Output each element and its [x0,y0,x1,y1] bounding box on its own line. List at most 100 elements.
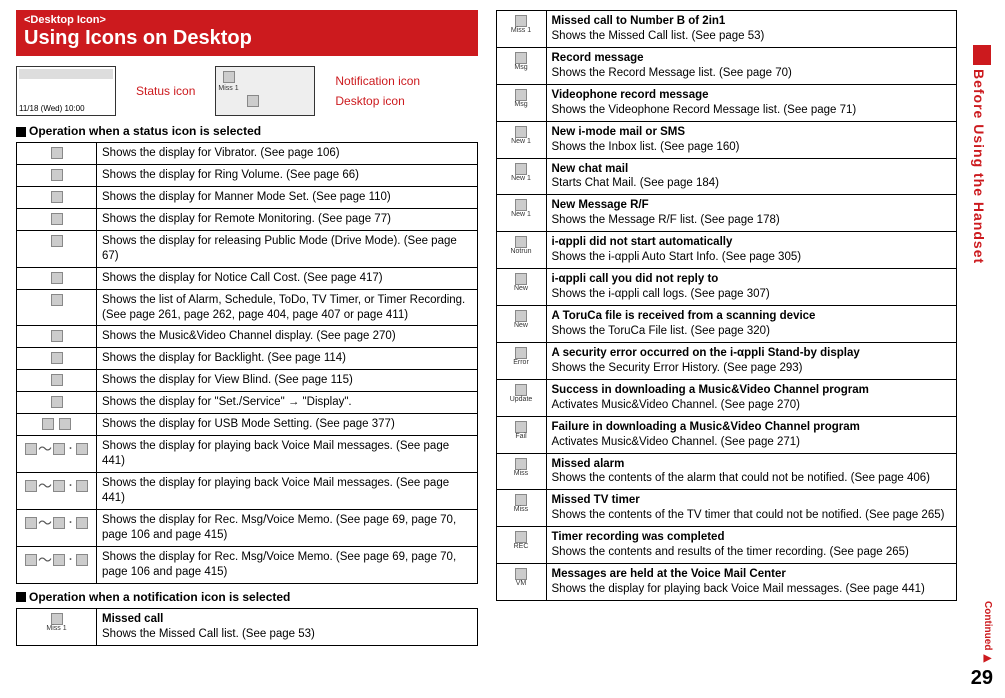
status-icon [17,267,97,289]
status-icon [17,208,97,230]
notification-icon: Miss [496,490,546,527]
notification-title: Record message [552,52,644,64]
status-description: Shows the Music&Video Channel display. (… [97,326,478,348]
side-label: Before Using the Handset [971,69,987,369]
table-row: Newi-αppli call you did not reply toShow… [496,269,957,306]
desktop-icon-label: Desktop icon [335,94,420,108]
table-row: NewA ToruCa file is received from a scan… [496,306,957,343]
status-icon [17,414,97,436]
notification-title: Videophone record message [552,89,709,101]
notification-desc: Activates Music&Video Channel. (See page… [552,436,800,448]
table-row: Shows the display for Notice Call Cost. … [17,267,478,289]
table-row: Shows the display for Remote Monitoring.… [17,208,478,230]
status-icon: ～・ [17,473,97,510]
screen-time: 11/18 (Wed) 10:00 [19,104,113,113]
notification-icon: Miss 1 [17,608,97,645]
notification-title: A security error occurred on the i-αppli… [552,347,860,359]
notification-desc: Shows the Message R/F list. (See page 17… [552,214,780,226]
status-description: Shows the display for Ring Volume. (See … [97,164,478,186]
notification-desc: Shows the Videophone Record Message list… [552,104,857,116]
notification-desc: Shows the i-αppli call logs. (See page 3… [552,288,770,300]
notification-cell: Success in downloading a Music&Video Cha… [546,379,957,416]
table-row: Shows the display for releasing Public M… [17,230,478,267]
notification-title: i-αppli did not start automatically [552,236,733,248]
notification-cell: Record message Shows the Record Message l… [546,47,957,84]
table-row: MsgVideophone record messageShows the Vi… [496,84,957,121]
status-description: Shows the display for Manner Mode Set. (… [97,186,478,208]
table-row: Miss 1 Missed call to Number B of 2in1 Sho… [496,11,957,48]
notification-cell: Missed alarmShows the contents of the al… [546,453,957,490]
notification-icon: Miss [496,453,546,490]
notification-cell: New chat mailStarts Chat Mail. (See page… [546,158,957,195]
status-description: Shows the display for View Blind. (See p… [97,370,478,392]
title-bar: <Desktop Icon> Using Icons on Desktop [16,10,478,56]
notification-cell: A security error occurred on the i-αppli… [546,342,957,379]
status-icon [17,164,97,186]
table-row: New 1New Message R/FShows the Message R/… [496,195,957,232]
table-row: ～・Shows the display for playing back Voi… [17,473,478,510]
notification-icon: Error [496,342,546,379]
section1-heading: Operation when a status icon is selected [16,124,478,138]
status-screen-illustration: 11/18 (Wed) 10:00 [16,66,116,116]
notification-title: Missed call [102,613,163,625]
table-row: MissMissed alarmShows the contents of th… [496,453,957,490]
continued-indicator: Continued ▶ [982,601,993,664]
notification-cell: i-αppli call you did not reply toShows t… [546,269,957,306]
table-row: Shows the display for Ring Volume. (See … [17,164,478,186]
notification-desc: Shows the contents of the alarm that cou… [552,472,930,484]
status-icon: ～・ [17,546,97,583]
status-description: Shows the display for Rec. Msg/Voice Mem… [97,546,478,583]
notification-table-right: Miss 1 Missed call to Number B of 2in1 Sho… [496,10,958,601]
notification-cell: A ToruCa file is received from a scannin… [546,306,957,343]
status-description: Shows the display for USB Mode Setting. … [97,414,478,436]
notification-icon: REC [496,527,546,564]
notification-cell: New Message R/FShows the Message R/F lis… [546,195,957,232]
status-description: Shows the display for playing back Voice… [97,436,478,473]
notification-desc: Shows the Missed Call list. (See page 53… [552,30,765,42]
notification-desc: Shows the contents and results of the ti… [552,546,909,558]
table-row: Notrun i-αppli did not start automaticall… [496,232,957,269]
status-icon [17,370,97,392]
status-icon: ～・ [17,436,97,473]
notification-desc: Shows the Inbox list. (See page 160) [552,141,740,153]
status-icon-label: Status icon [136,84,195,98]
notification-title: Missed TV timer [552,494,640,506]
notification-icon: Msg [496,47,546,84]
notification-desc: Shows the contents of the TV timer that … [552,509,945,521]
notification-desc: Shows the display for playing back Voice… [552,583,925,595]
table-row: Shows the display for Backlight. (See pa… [17,348,478,370]
notification-desc: Shows the Missed Call list. (See page 53… [102,628,315,640]
notification-icon: New [496,269,546,306]
notification-title: New i-mode mail or SMS [552,126,686,138]
notification-icon: New 1 [496,195,546,232]
table-row: Shows the list of Alarm, Schedule, ToDo,… [17,289,478,326]
notification-cell: Missed call Shows the Missed Call list. (… [97,608,478,645]
side-red-block [973,45,991,65]
notification-icon: Notrun [496,232,546,269]
status-icon [17,348,97,370]
notification-desc: Shows the Record Message list. (See page… [552,67,792,79]
table-row: Error A security error occurred on the i-… [496,342,957,379]
notification-title: Messages are held at the Voice Mail Cent… [552,568,786,580]
side-tab: Before Using the Handset [971,45,993,605]
notification-icon: Fail [496,416,546,453]
notification-cell: Failure in downloading a Music&Video Cha… [546,416,957,453]
page-number: 29 [971,667,993,690]
table-row: New 1 New i-mode mail or SMS Shows the Inb… [496,121,957,158]
notification-icon: New [496,306,546,343]
table-row: Shows the Music&Video Channel display. (… [17,326,478,348]
notification-title: Missed call to Number B of 2in1 [552,15,726,27]
status-description: Shows the display for Remote Monitoring.… [97,208,478,230]
status-icon-table: Shows the display for Vibrator. (See pag… [16,142,478,584]
notification-icon: New 1 [496,121,546,158]
table-row: Msg Record message Shows the Record Messag… [496,47,957,84]
desktop-screen-illustration: Miss 1 [215,66,315,116]
status-icon: ～・ [17,509,97,546]
table-row: REC Timer recording was completed Shows th… [496,527,957,564]
status-description: Shows the display for "Set./Service" → "… [97,392,478,414]
notification-cell: Timer recording was completed Shows the c… [546,527,957,564]
table-row: Miss 1 Missed call Shows the Missed Call l… [17,608,478,645]
illustration-row: 11/18 (Wed) 10:00 Status icon Miss 1 Not… [16,66,478,116]
notification-icon: Miss 1 [496,11,546,48]
notification-title: Timer recording was completed [552,531,725,543]
